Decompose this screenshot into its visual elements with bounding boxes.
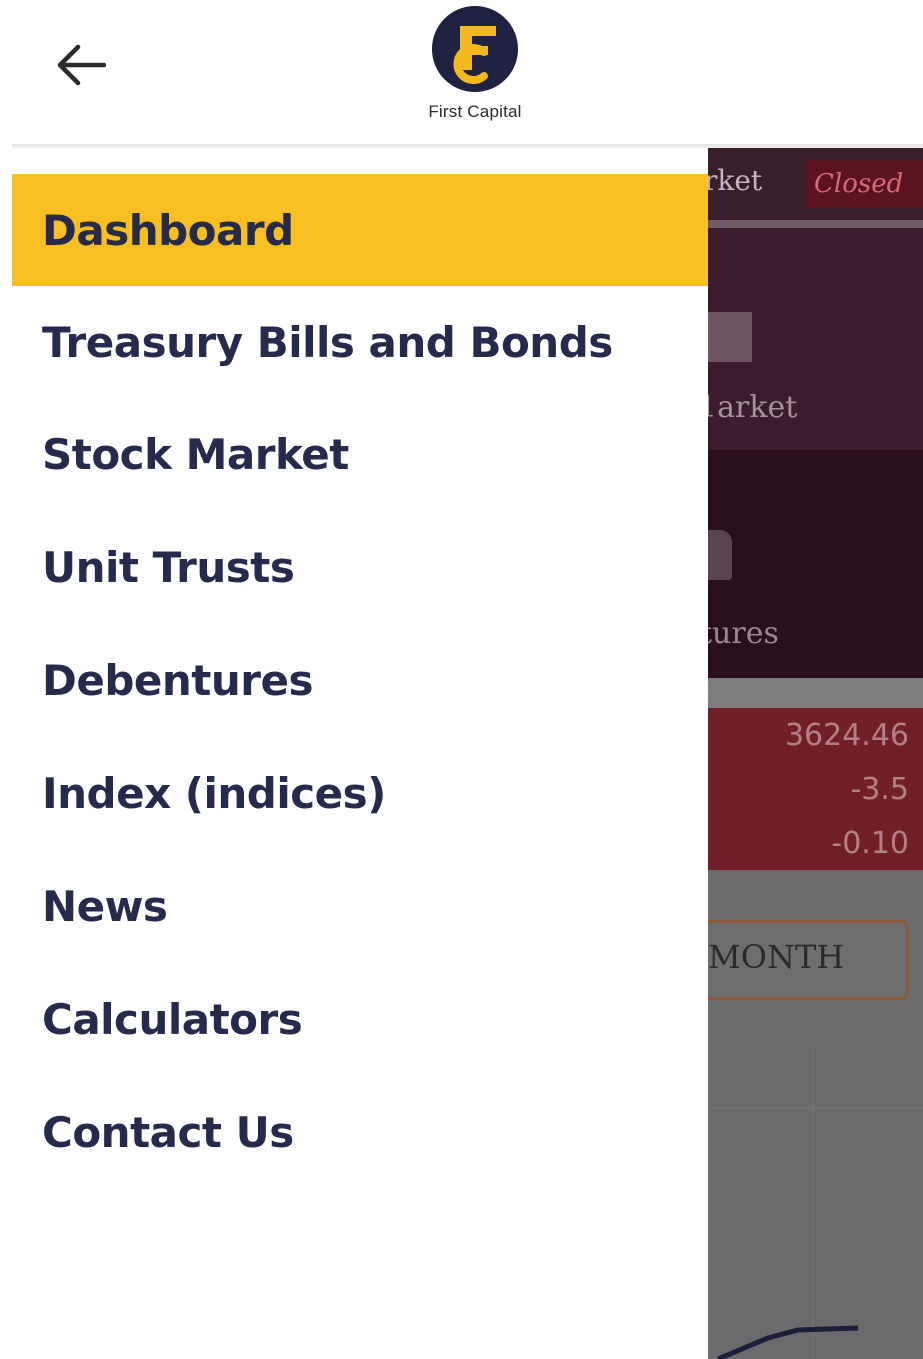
- first-capital-logo-icon: [432, 6, 518, 92]
- index-summary-card: 3624.46 -3.5 -0.10: [708, 708, 923, 870]
- index-change: -3.5: [850, 772, 909, 807]
- index-change-percent: -0.10: [831, 826, 909, 861]
- market-status-label: rket: [708, 164, 763, 197]
- stock-market-tile: 1arket: [708, 228, 923, 450]
- menu-item-label: Calculators: [42, 994, 303, 1044]
- menu-item-label: Debentures: [42, 655, 313, 705]
- stock-market-tile-label: 1arket: [708, 390, 798, 425]
- menu-item-news[interactable]: News: [12, 850, 708, 962]
- menu-item-dashboard[interactable]: Dashboard: [12, 174, 708, 286]
- menu-item-debentures[interactable]: Debentures: [12, 624, 708, 736]
- market-closed-badge: Closed: [806, 160, 923, 208]
- menu-item-index[interactable]: Index (indices): [12, 737, 708, 849]
- menu-item-label: News: [42, 881, 168, 931]
- index-value: 3624.46: [784, 718, 909, 753]
- stock-market-icon: [708, 312, 752, 362]
- menu-item-label: Unit Trusts: [42, 542, 295, 592]
- navigation-drawer: Dashboard Treasury Bills and Bonds Stock…: [12, 148, 708, 1359]
- menu-item-label: Dashboard: [42, 205, 294, 255]
- menu-item-label: Treasury Bills and Bonds: [42, 317, 613, 367]
- brand-logo: First Capital: [400, 6, 550, 131]
- divider: [708, 220, 923, 228]
- menu-item-contact-us[interactable]: Contact Us: [12, 1076, 708, 1188]
- background-app-scrim[interactable]: rket Closed 1arket tures 3624.46 -3.5 -0…: [708, 148, 923, 1359]
- app-header: First Capital: [0, 0, 923, 148]
- menu-item-label: Stock Market: [42, 429, 349, 479]
- debentures-tile-label: tures: [708, 616, 779, 651]
- menu-item-unit-trusts[interactable]: Unit Trusts: [12, 511, 708, 623]
- arrow-left-icon: [57, 44, 106, 86]
- menu-item-stock-market[interactable]: Stock Market: [12, 398, 708, 510]
- menu-item-label: Contact Us: [42, 1107, 294, 1157]
- market-status-bar: rket Closed: [708, 148, 923, 220]
- back-button[interactable]: [40, 30, 120, 100]
- menu-item-calculators[interactable]: Calculators: [12, 963, 708, 1075]
- debentures-tile: tures: [708, 450, 923, 678]
- menu-item-label: Index (indices): [42, 768, 386, 818]
- month-filter-label: MONTH: [708, 938, 845, 976]
- menu-item-treasury-bills-and-bonds[interactable]: Treasury Bills and Bonds: [12, 286, 708, 398]
- debentures-icon: [708, 530, 732, 580]
- divider: [708, 678, 923, 708]
- index-chart: [708, 1048, 923, 1359]
- brand-name: First Capital: [428, 102, 522, 121]
